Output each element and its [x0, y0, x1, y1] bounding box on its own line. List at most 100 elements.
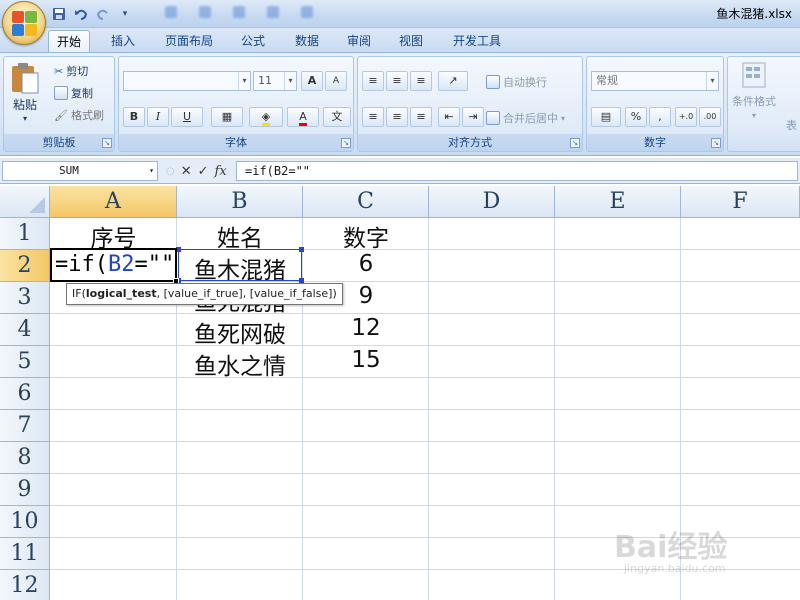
column-header-f[interactable]: F: [681, 186, 800, 218]
tab-developer[interactable]: 开发工具: [445, 30, 509, 52]
outdent-icon: ⇤: [444, 110, 454, 123]
row-header-6[interactable]: 6: [0, 378, 50, 410]
align-top-button[interactable]: ≡: [362, 71, 384, 91]
copy-label: 复制: [71, 87, 93, 100]
row-header-11[interactable]: 11: [0, 538, 50, 570]
customize-icon[interactable]: ▾: [116, 5, 134, 23]
clipboard-launcher-icon[interactable]: ↘: [102, 138, 112, 148]
cell-c5[interactable]: 15: [303, 347, 429, 373]
tab-review[interactable]: 审阅: [339, 30, 379, 52]
format-as-table-button[interactable]: 表: [786, 117, 797, 133]
row-header-12[interactable]: 12: [0, 570, 50, 600]
taskbar-blur: [165, 6, 313, 18]
tab-insert[interactable]: 插入: [103, 30, 143, 52]
number-format-select[interactable]: 常规 ▾: [591, 71, 719, 91]
tab-data[interactable]: 数据: [287, 30, 327, 52]
row-header-7[interactable]: 7: [0, 410, 50, 442]
redo-icon[interactable]: [94, 5, 112, 23]
align-center-button[interactable]: ≡: [386, 107, 408, 127]
align-right-button[interactable]: ≡: [410, 107, 432, 127]
undo-icon[interactable]: [72, 5, 90, 23]
paste-button[interactable]: 粘贴 ▾: [10, 61, 40, 123]
borders-button[interactable]: ▦: [211, 107, 243, 127]
cell-c2[interactable]: 6: [303, 251, 429, 277]
percent-button[interactable]: %: [625, 107, 647, 127]
font-size-select[interactable]: 11 ▾: [253, 71, 297, 91]
merge-center-button[interactable]: 合并后居中 ▾: [486, 110, 565, 126]
column-header-d[interactable]: D: [429, 186, 555, 218]
align-middle-button[interactable]: ≡: [386, 71, 408, 91]
cell-b5[interactable]: 鱼水之情: [177, 347, 303, 381]
alignment-launcher-icon[interactable]: ↘: [570, 138, 580, 148]
row-header-5[interactable]: 5: [0, 346, 50, 378]
name-box[interactable]: SUM ▾: [2, 161, 158, 181]
row-header-3[interactable]: 3: [0, 282, 50, 314]
cut-button[interactable]: ✂ 剪切: [54, 63, 88, 79]
cancel-icon[interactable]: ✕: [181, 164, 192, 179]
align-center-icon: ≡: [392, 110, 402, 123]
tab-home[interactable]: 开始: [48, 30, 91, 52]
bold-button[interactable]: B: [123, 107, 145, 127]
cell-c1[interactable]: 数字: [303, 219, 429, 253]
underline-button[interactable]: U: [171, 107, 203, 127]
tab-formulas[interactable]: 公式: [233, 30, 273, 52]
tab-view[interactable]: 视图: [391, 30, 431, 52]
fill-color-button[interactable]: ◈: [249, 107, 283, 127]
italic-button[interactable]: I: [147, 107, 169, 127]
merge-center-label: 合并后居中: [503, 112, 558, 125]
row-header-8[interactable]: 8: [0, 442, 50, 474]
phonetic-button[interactable]: 文: [323, 107, 351, 127]
office-button[interactable]: [2, 1, 46, 45]
grow-font-button[interactable]: A: [301, 71, 323, 91]
decrease-indent-button[interactable]: ⇤: [438, 107, 460, 127]
currency-button[interactable]: ▤: [591, 107, 621, 127]
active-cell-editor[interactable]: =if(B2="": [50, 248, 177, 282]
wrap-text-button[interactable]: 自动换行: [486, 74, 547, 90]
paste-icon: [12, 63, 39, 94]
decrease-decimal-button[interactable]: .00: [699, 107, 721, 127]
conditional-formatting-button[interactable]: 条件格式 ▾: [732, 61, 776, 120]
chevron-down-icon: ▾: [238, 72, 250, 90]
align-bottom-button[interactable]: ≡: [410, 71, 432, 91]
font-name-select[interactable]: ▾: [123, 71, 251, 91]
column-header-c[interactable]: C: [303, 186, 429, 218]
formula-buttons: ◌ ✕ ✓ fx: [162, 161, 234, 181]
row-header-1[interactable]: 1: [0, 218, 50, 250]
format-painter-button[interactable]: 🖌 格式刷: [54, 107, 104, 123]
name-box-value: SUM: [59, 164, 79, 177]
number-launcher-icon[interactable]: ↘: [711, 138, 721, 148]
copy-button[interactable]: 复制: [54, 85, 93, 101]
increase-decimal-button[interactable]: +.0: [675, 107, 697, 127]
row-header-4[interactable]: 4: [0, 314, 50, 346]
tab-page-layout[interactable]: 页面布局: [157, 30, 221, 52]
cell-b1[interactable]: 姓名: [177, 219, 303, 253]
row-header-10[interactable]: 10: [0, 506, 50, 538]
row-header-2[interactable]: 2: [0, 250, 50, 282]
shrink-font-button[interactable]: A: [325, 71, 347, 91]
column-header-a[interactable]: A: [50, 186, 177, 218]
enter-icon[interactable]: ✓: [198, 164, 209, 179]
font-color-button[interactable]: A: [287, 107, 319, 127]
font-group: ▾ 11 ▾ A A B I U ▦ ◈ A 文 字体 ↘: [118, 56, 354, 152]
font-launcher-icon[interactable]: ↘: [341, 138, 351, 148]
formula-input[interactable]: =if(B2="": [236, 161, 798, 181]
clipboard-group-label: 剪贴板: [4, 134, 114, 151]
align-top-icon: ≡: [368, 74, 378, 87]
font-size-value: 11: [258, 74, 272, 87]
increase-indent-button[interactable]: ⇥: [462, 107, 484, 127]
orientation-button[interactable]: ↗: [438, 71, 468, 91]
row-header-9[interactable]: 9: [0, 474, 50, 506]
office-logo-icon: [12, 11, 38, 37]
select-all-button[interactable]: [0, 186, 50, 218]
cell-b4[interactable]: 鱼死网破: [177, 315, 303, 349]
align-left-button[interactable]: ≡: [362, 107, 384, 127]
active-cell-text: =if(B2="": [55, 252, 174, 277]
column-header-b[interactable]: B: [177, 186, 303, 218]
tooltip-current-arg[interactable]: logical_test: [86, 287, 157, 300]
save-icon[interactable]: [50, 5, 68, 23]
insert-function-icon[interactable]: fx: [215, 164, 227, 179]
comma-button[interactable]: ,: [649, 107, 671, 127]
chevron-down-icon: ▾: [561, 113, 566, 123]
column-header-e[interactable]: E: [555, 186, 681, 218]
cell-c4[interactable]: 12: [303, 315, 429, 341]
